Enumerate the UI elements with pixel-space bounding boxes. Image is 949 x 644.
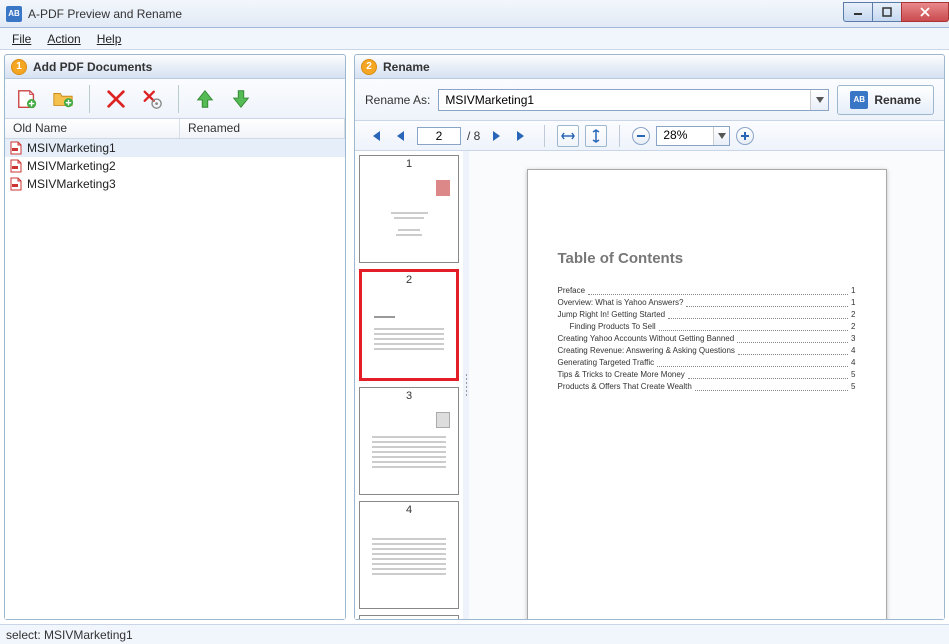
last-page-button[interactable] xyxy=(512,126,532,146)
page-number-input[interactable] xyxy=(417,127,461,145)
titlebar: AB A-PDF Preview and Rename xyxy=(0,0,949,28)
nav-separator xyxy=(619,125,620,147)
toc-entry: Creating Revenue: Answering & Asking Que… xyxy=(558,345,856,357)
thumb-number: 1 xyxy=(360,156,458,172)
file-name: MSIVMarketing3 xyxy=(27,177,116,191)
rename-bar: Rename As: AB Rename xyxy=(355,79,944,121)
zoom-combo[interactable]: 28% xyxy=(656,126,730,146)
pdf-icon xyxy=(9,159,23,173)
thumbnail-strip[interactable]: 1 2 3 4 5 xyxy=(355,151,463,619)
menu-help[interactable]: Help xyxy=(89,30,130,48)
thumb-page xyxy=(360,172,458,262)
thumb-number: 2 xyxy=(362,272,456,288)
menu-action[interactable]: Action xyxy=(39,30,88,48)
delete-settings-button[interactable] xyxy=(136,84,168,114)
main-area: 1 Add PDF Documents Old Name Renamed MSI… xyxy=(0,50,949,624)
add-folder-button[interactable] xyxy=(47,84,79,114)
nav-separator xyxy=(544,125,545,147)
first-page-button[interactable] xyxy=(365,126,385,146)
thumb-page xyxy=(360,518,458,608)
page-navbar: / 8 28% xyxy=(355,121,944,151)
add-file-button[interactable] xyxy=(11,84,43,114)
rename-button-label: Rename xyxy=(874,93,921,107)
status-text: select: MSIVMarketing1 xyxy=(6,628,133,642)
next-page-button[interactable] xyxy=(486,126,506,146)
column-old-name[interactable]: Old Name xyxy=(5,119,180,138)
page-total-label: / 8 xyxy=(467,129,480,143)
right-panel-header: 2 Rename xyxy=(355,55,944,79)
toolbar-separator xyxy=(178,85,179,113)
pdf-icon xyxy=(9,177,23,191)
page-view[interactable]: Table of Contents Preface1Overview: What… xyxy=(469,151,944,619)
thumbnail[interactable]: 3 xyxy=(359,387,459,495)
left-panel-title: Add PDF Documents xyxy=(33,60,152,74)
thumbnail[interactable]: 4 xyxy=(359,501,459,609)
step-badge-1: 1 xyxy=(11,59,27,75)
rename-dropdown-icon[interactable] xyxy=(810,90,828,110)
window-title: A-PDF Preview and Rename xyxy=(28,7,844,21)
toc-entry: Creating Yahoo Accounts Without Getting … xyxy=(558,333,856,345)
toc-entry: Tips & Tricks to Create More Money5 xyxy=(558,369,856,381)
zoom-in-button[interactable] xyxy=(736,127,754,145)
move-up-button[interactable] xyxy=(189,84,221,114)
close-button[interactable] xyxy=(901,2,949,22)
fit-width-button[interactable] xyxy=(557,125,579,147)
menu-file[interactable]: File xyxy=(4,30,39,48)
pdf-icon xyxy=(9,141,23,155)
zoom-dropdown-icon[interactable] xyxy=(713,127,729,145)
left-toolbar xyxy=(5,79,345,119)
toc-entry: Preface1 xyxy=(558,285,856,297)
toc-entry: Finding Products To Sell2 xyxy=(558,321,856,333)
column-renamed[interactable]: Renamed xyxy=(180,119,345,138)
rename-button-icon: AB xyxy=(850,91,868,109)
file-list[interactable]: MSIVMarketing1 MSIVMarketing2 MSIVMarketin… xyxy=(5,139,345,619)
zoom-value: 28% xyxy=(657,127,713,145)
thumbnail[interactable]: 5 xyxy=(359,615,459,619)
preview-area: 1 2 3 4 5 Table of Contents Preface1Overview… xyxy=(355,151,944,619)
statusbar: select: MSIVMarketing1 xyxy=(0,624,949,644)
rename-as-label: Rename As: xyxy=(365,93,430,107)
move-down-button[interactable] xyxy=(225,84,257,114)
rename-combo[interactable] xyxy=(438,89,829,111)
thumb-number: 5 xyxy=(360,616,458,619)
thumb-number: 4 xyxy=(360,502,458,518)
maximize-button[interactable] xyxy=(872,2,902,22)
menubar: File Action Help xyxy=(0,28,949,50)
thumbnail[interactable]: 1 xyxy=(359,155,459,263)
delete-button[interactable] xyxy=(100,84,132,114)
left-panel-header: 1 Add PDF Documents xyxy=(5,55,345,79)
minimize-button[interactable] xyxy=(843,2,873,22)
file-row[interactable]: MSIVMarketing2 xyxy=(5,157,345,175)
thumb-number: 3 xyxy=(360,388,458,404)
prev-page-button[interactable] xyxy=(391,126,411,146)
left-panel: 1 Add PDF Documents Old Name Renamed MSI… xyxy=(4,54,346,620)
toc-entry: Overview: What is Yahoo Answers?1 xyxy=(558,297,856,309)
file-name: MSIVMarketing1 xyxy=(27,141,116,155)
rename-input[interactable] xyxy=(439,90,810,110)
step-badge-2: 2 xyxy=(361,59,377,75)
right-panel: 2 Rename Rename As: AB Rename / 8 xyxy=(354,54,945,620)
toc-entry: Generating Targeted Traffic4 xyxy=(558,357,856,369)
toolbar-separator xyxy=(89,85,90,113)
toc-entry: Jump Right In! Getting Started2 xyxy=(558,309,856,321)
file-row[interactable]: MSIVMarketing3 xyxy=(5,175,345,193)
toc-title: Table of Contents xyxy=(558,250,856,267)
thumb-page xyxy=(362,288,456,378)
file-name: MSIVMarketing2 xyxy=(27,159,116,173)
fit-height-button[interactable] xyxy=(585,125,607,147)
window-controls xyxy=(844,2,949,22)
zoom-out-button[interactable] xyxy=(632,127,650,145)
page-canvas: Table of Contents Preface1Overview: What… xyxy=(527,169,887,619)
app-icon: AB xyxy=(6,6,22,22)
rename-button[interactable]: AB Rename xyxy=(837,85,934,115)
thumb-page xyxy=(360,404,458,494)
toc-entry: Products & Offers That Create Wealth5 xyxy=(558,381,856,393)
filelist-header: Old Name Renamed xyxy=(5,119,345,139)
right-panel-title: Rename xyxy=(383,60,430,74)
thumbnail[interactable]: 2 xyxy=(359,269,459,381)
file-row[interactable]: MSIVMarketing1 xyxy=(5,139,345,157)
